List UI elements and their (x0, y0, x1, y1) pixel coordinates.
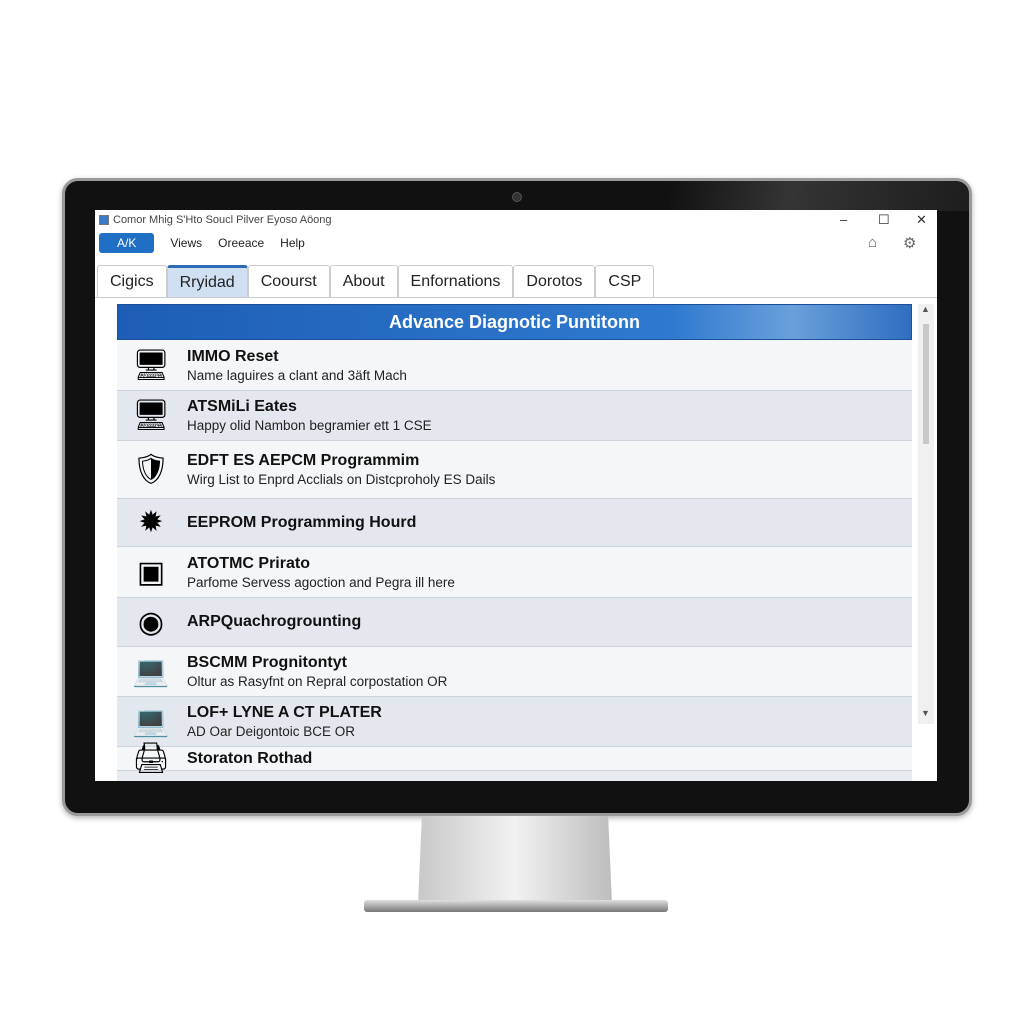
tab-bar: Cigics Rryidad Coourst About Enfornation… (95, 265, 937, 298)
item-subtitle: Oltur as Rasyfnt on Repral corpostation … (187, 674, 448, 689)
item-text: ATOTMC Prirato Parfome Servess agoction … (187, 555, 455, 590)
item-subtitle: Name laguires a clant and 3äft Mach (187, 367, 407, 383)
list-item[interactable]: ▣ ATOTMC Prirato Parfome Servess agoctio… (117, 547, 912, 598)
scroll-down-icon[interactable]: ▼ (921, 708, 930, 718)
disc-icon: ◉ (137, 605, 165, 639)
laptop-icon: 💻 (132, 655, 170, 688)
monitor-base (364, 900, 668, 912)
item-title: EDFT ES AEPCM Programmim (187, 452, 420, 469)
tab-coourst[interactable]: Coourst (247, 265, 330, 297)
list-item[interactable]: 💻 LOF+ LYNE A CT PLATER AD Oar Deigontoi… (117, 697, 912, 747)
item-text: EEPROM Programming Hourd (187, 514, 416, 532)
chip-icon: ✹ (138, 506, 164, 539)
devices-icon: ▣ (136, 555, 166, 589)
item-text: EDFT ES AEPCM Programmim Wirg List to En… (187, 452, 495, 487)
scrollbar[interactable]: ▲ ▼ (918, 304, 934, 724)
item-title: EEPROM Programming Hourd (187, 513, 417, 531)
home-icon[interactable]: ⌂ (868, 234, 877, 251)
list-item[interactable]: ◉ ARPQuachrogrounting (117, 598, 912, 647)
menu-item-oreeace[interactable]: Oreeace (218, 236, 264, 250)
menu-item-ak[interactable]: A/K (99, 233, 155, 253)
minimize-button[interactable]: – (840, 212, 847, 227)
item-title: ATOTMC Prirato (187, 554, 310, 572)
list-item[interactable]: 🖥 IMMO Reset Name laguires a clant and 3… (117, 340, 912, 391)
item-title: ARPQuachrogrounting (187, 613, 362, 630)
item-title: ATSMiLi Eates (187, 398, 297, 415)
item-subtitle: Wirg List to Enprd Acclials on Distcproh… (187, 472, 496, 487)
monitor-icon: 🖥 (131, 399, 171, 432)
tab-about[interactable]: About (329, 265, 398, 297)
scrollbar-thumb[interactable] (923, 324, 929, 444)
item-text: ARPQuachrogrounting (187, 613, 361, 631)
function-list: Advance Diagnotic Puntitonn 🖥 IMMO Reset… (117, 304, 912, 781)
menu-bar: A/K Views Oreeace Help (99, 233, 305, 253)
item-title: LOF+ LYNE A CT PLATER (187, 704, 382, 721)
item-text: IMMO Reset Name laguires a clant and 3äf… (187, 348, 407, 383)
item-title: Storaton Rothad (187, 749, 313, 767)
item-text: LOF+ LYNE A CT PLATER AD Oar Deigontoic … (187, 704, 382, 739)
tab-csp[interactable]: CSP (595, 265, 655, 297)
item-subtitle: AD Oar Deigontoic BCE OR (187, 724, 356, 739)
settings-icon[interactable]: ⚙ (903, 234, 916, 252)
printer-icon: 🖨 (131, 742, 171, 775)
item-text: BSCMM Prognitontyt Oltur as Rasyfnt on R… (187, 654, 447, 689)
laptop-icon: 💻 (132, 705, 170, 738)
tab-enfornations[interactable]: Enfornations (397, 265, 514, 297)
list-item[interactable]: 🖨 Storaton Rothad (117, 742, 912, 775)
scroll-up-icon[interactable]: ▲ (921, 304, 930, 314)
list-item[interactable]: 🛡 EDFT ES AEPCM Programmim Wirg List to … (117, 441, 912, 499)
window-title: Comor Mhig S'Hto Soucl Pilver Eyoso Aöon… (113, 214, 332, 226)
list-item[interactable]: 🖥 ATSMiLi Eates Happy olid Nambon begram… (117, 391, 912, 441)
tab-rryidad[interactable]: Rryidad (166, 265, 248, 297)
item-subtitle: Parfome Servess agoction and Pegra ill h… (187, 574, 455, 590)
list-item[interactable]: 💻 BSCMM Prognitontyt Oltur as Rasyfnt on… (117, 647, 912, 697)
title-bar: Comor Mhig S'Hto Soucl Pilver Eyoso Aöon… (99, 214, 332, 226)
close-button[interactable]: ✕ (916, 212, 927, 228)
tab-cigics[interactable]: Cigics (97, 265, 167, 297)
app-icon (99, 215, 109, 225)
shield-icon: 🛡 (131, 453, 171, 486)
list-item[interactable]: ✹ EEPROM Programming Hourd (117, 499, 912, 547)
tab-dorotos[interactable]: Dorotos (513, 265, 596, 297)
item-subtitle: Happy olid Nambon begramier ett 1 CSE (187, 418, 432, 433)
monitor-stand (418, 816, 612, 904)
panel-header: Advance Diagnotic Puntitonn (117, 304, 912, 340)
menu-item-help[interactable]: Help (280, 236, 305, 250)
app-window: Comor Mhig S'Hto Soucl Pilver Eyoso Aöon… (95, 210, 937, 781)
item-text: Storaton Rothad (187, 750, 312, 768)
item-text: ATSMiLi Eates Happy olid Nambon begramie… (187, 398, 432, 433)
webcam-icon (512, 192, 522, 202)
monitor-icon: 🖥 (131, 348, 171, 382)
item-title: IMMO Reset (187, 347, 279, 365)
maximize-button[interactable]: ☐ (878, 212, 890, 228)
menu-item-views[interactable]: Views (170, 236, 202, 250)
item-title: BSCMM Prognitontyt (187, 654, 347, 671)
